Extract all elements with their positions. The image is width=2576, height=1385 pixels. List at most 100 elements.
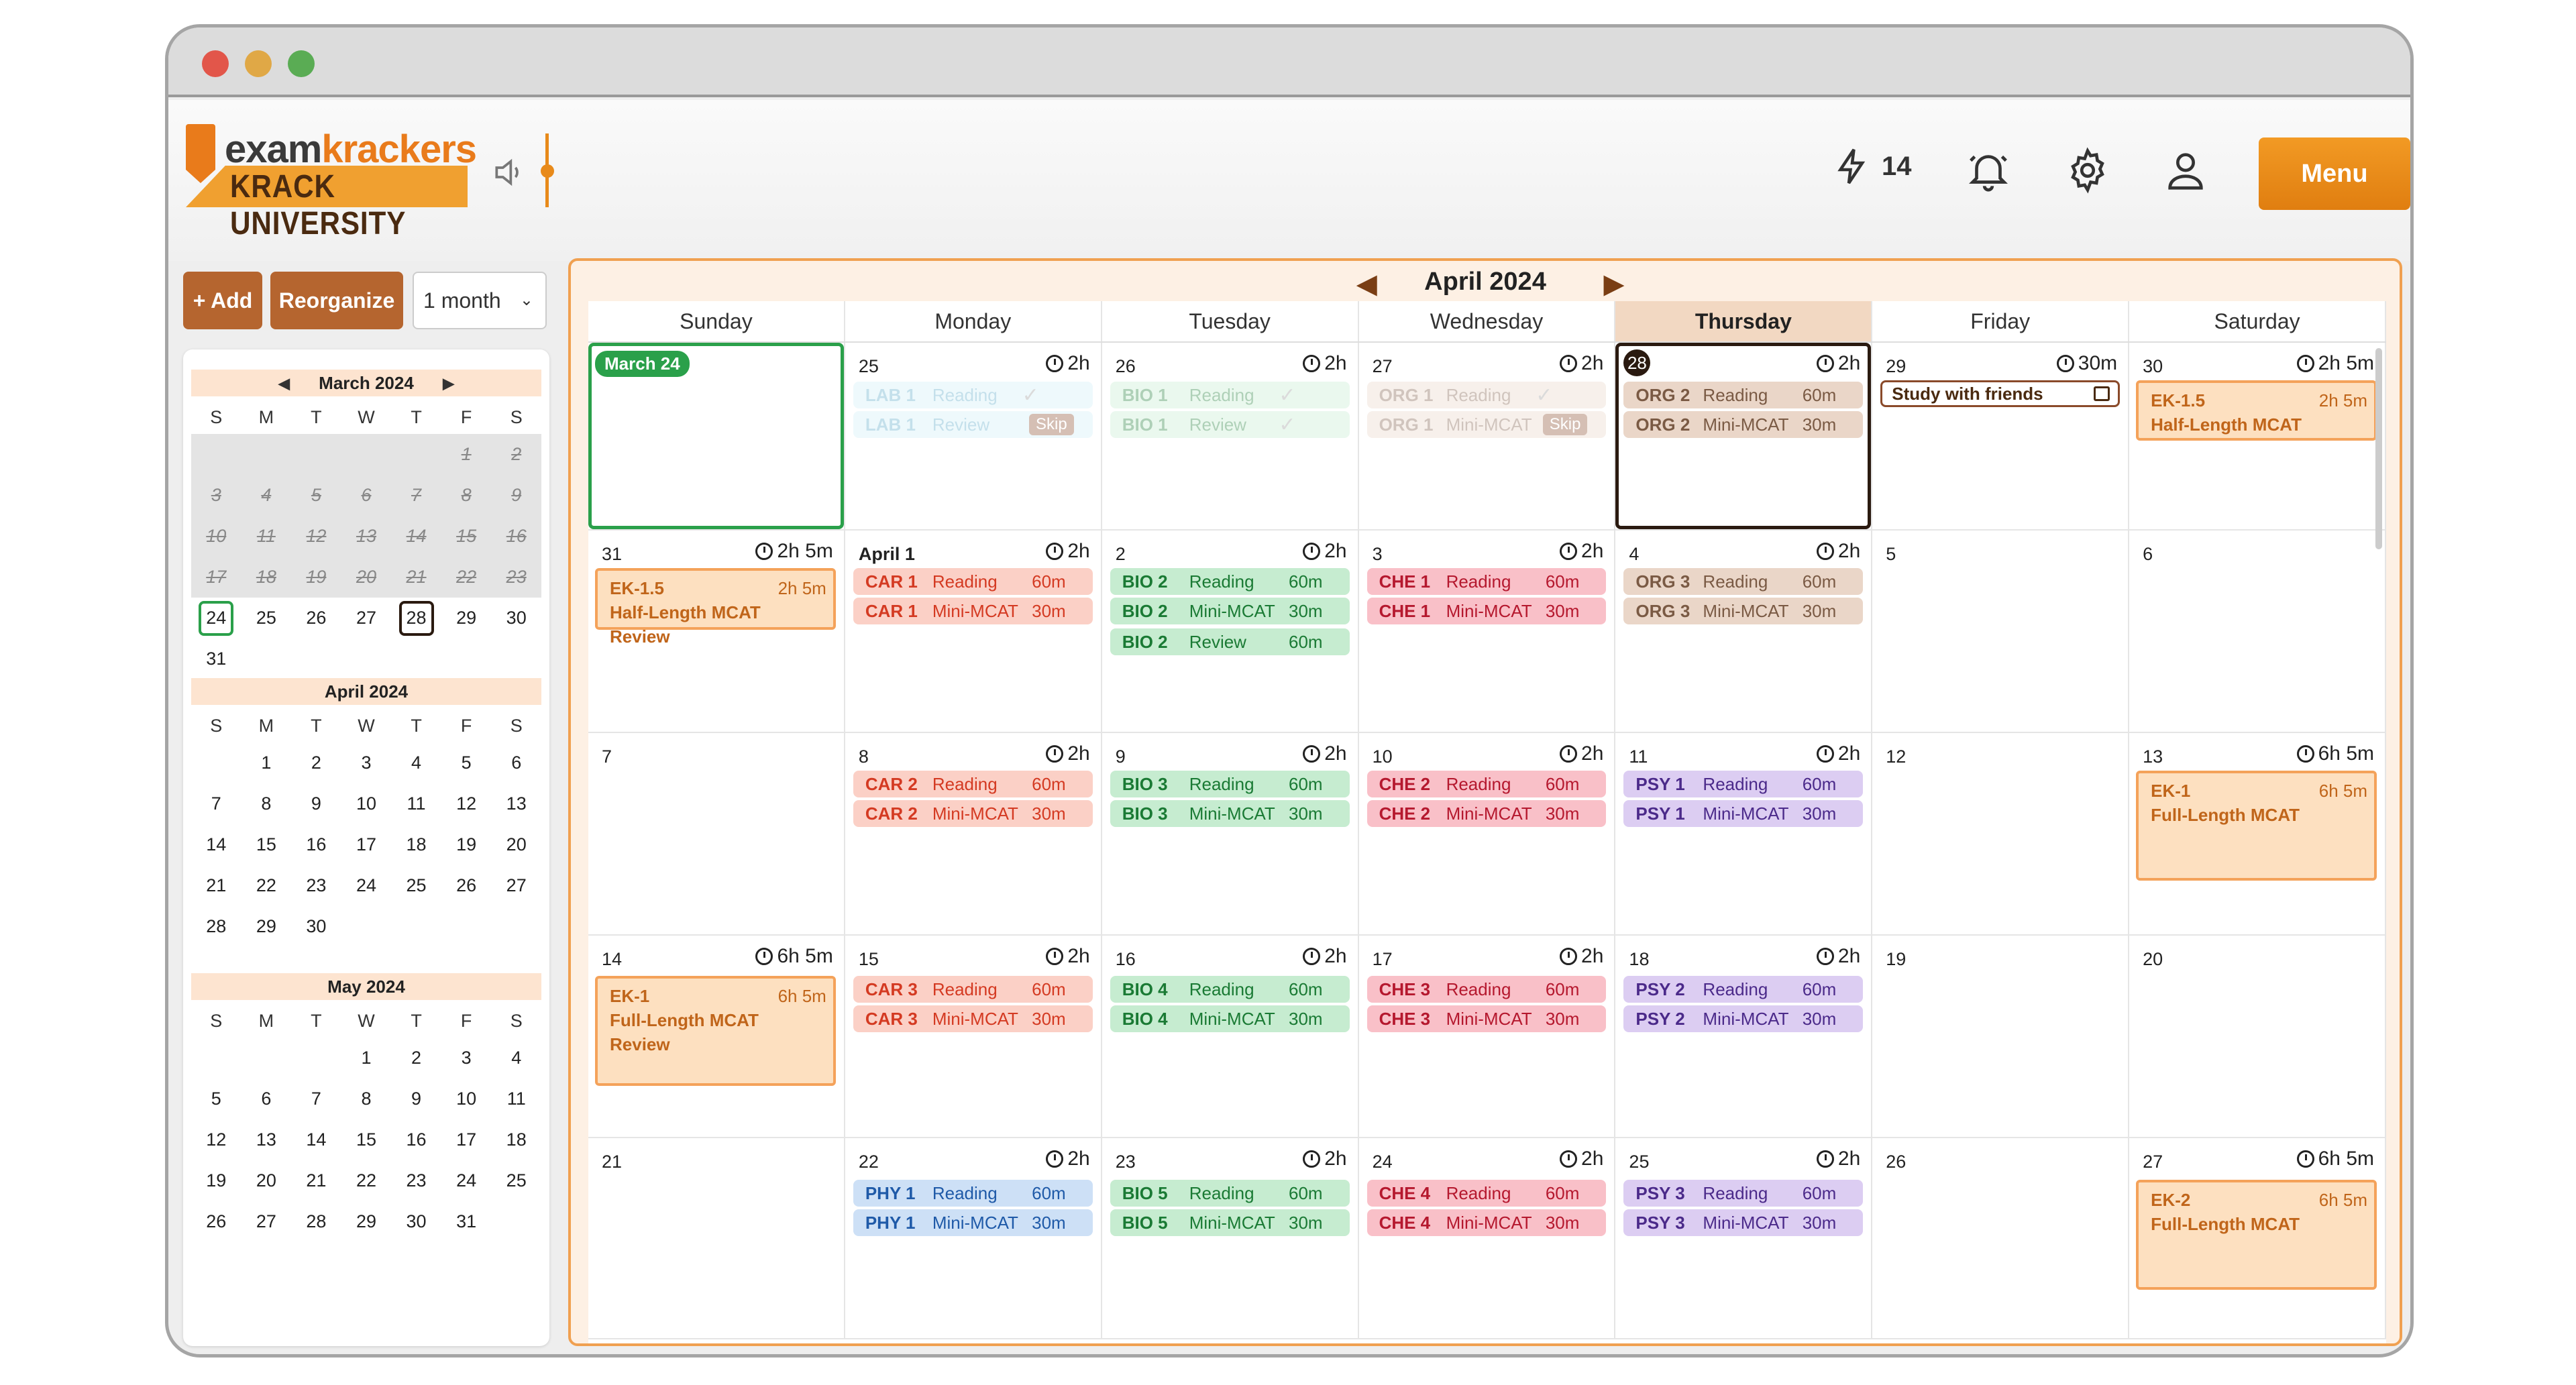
mini-day[interactable]: 30: [391, 1201, 441, 1242]
mini-day[interactable]: 13: [341, 516, 392, 557]
mini-day[interactable]: 5: [291, 475, 341, 516]
mini-day[interactable]: 16: [391, 1119, 441, 1160]
event-item[interactable]: CAR 2 Mini-MCAT 30m: [853, 800, 1093, 827]
mini-day[interactable]: 8: [441, 475, 492, 516]
mini-day[interactable]: 11: [491, 1078, 541, 1119]
day-cell[interactable]: CAR 1 Reading 60m CAR 1 Mini-MCAT 30m April …: [845, 531, 1102, 733]
mini-day[interactable]: 10: [441, 1078, 492, 1119]
mini-day[interactable]: 9: [291, 783, 341, 824]
speaker-icon[interactable]: [490, 154, 528, 199]
mini-day[interactable]: 24: [341, 865, 392, 906]
day-cell[interactable]: ORG 2 Reading 60m ORG 2 Mini-MCAT 30m 28 2h: [1615, 343, 1873, 531]
mini-day[interactable]: 30: [491, 598, 541, 639]
event-item[interactable]: CAR 3 Mini-MCAT 30m: [853, 1005, 1093, 1032]
mini-day[interactable]: 6: [341, 475, 392, 516]
mini-day[interactable]: 28: [291, 1201, 341, 1242]
event-item[interactable]: BIO 3 Mini-MCAT 30m: [1110, 800, 1350, 827]
mini-day[interactable]: 7: [291, 1078, 341, 1119]
day-cell[interactable]: CHE 2 Reading 60m CHE 2 Mini-MCAT 30m 10 2h: [1358, 733, 1616, 936]
mini-day[interactable]: 20: [341, 557, 392, 598]
event-item[interactable]: ORG 2 Reading 60m: [1623, 382, 1864, 408]
mini-day[interactable]: 10: [341, 783, 392, 824]
mini-day[interactable]: 2: [391, 1038, 441, 1078]
mini-day[interactable]: 10: [191, 516, 241, 557]
mini-day[interactable]: 15: [241, 824, 292, 865]
event-item[interactable]: ORG 3 Mini-MCAT 30m: [1623, 598, 1864, 624]
day-cell[interactable]: EK-1.5 2h 5m Half-Length MCAT 30 2h 5m: [2129, 343, 2386, 531]
day-cell[interactable]: EK-1 6h 5m Full-Length MCAT 13 6h 5m: [2129, 733, 2386, 936]
mini-day[interactable]: 25: [241, 598, 292, 639]
mini-day[interactable]: 5: [441, 742, 492, 783]
event-item[interactable]: PSY 1 Reading 60m: [1623, 771, 1864, 797]
mini-day[interactable]: 29: [441, 598, 492, 639]
volume-knob[interactable]: [541, 164, 554, 178]
mini-day[interactable]: 14: [291, 1119, 341, 1160]
mini-day[interactable]: 9: [391, 1078, 441, 1119]
mini-day[interactable]: 26: [191, 1201, 241, 1242]
event-item[interactable]: BIO 3 Reading 60m: [1110, 771, 1350, 797]
day-cell[interactable]: 21: [588, 1138, 845, 1339]
mini-day[interactable]: 1: [241, 742, 292, 783]
day-cell[interactable]: 5: [1872, 531, 2130, 733]
mini-day[interactable]: 4: [491, 1038, 541, 1078]
day-cell[interactable]: PSY 3 Reading 60m PSY 3 Mini-MCAT 30m 25 2h: [1615, 1138, 1873, 1339]
day-cell[interactable]: PSY 2 Reading 60m PSY 2 Mini-MCAT 30m 18 2h: [1615, 936, 1873, 1138]
event-item[interactable]: CHE 3 Mini-MCAT 30m: [1366, 1005, 1607, 1032]
mini-day[interactable]: 18: [491, 1119, 541, 1160]
event-item[interactable]: CAR 1 Reading 60m: [853, 568, 1093, 595]
mini-day[interactable]: 3: [191, 475, 241, 516]
day-cell[interactable]: EK-1 6h 5m Full-Length MCAT Review 14 6h 5m: [588, 936, 845, 1138]
mini-day[interactable]: 7: [391, 475, 441, 516]
mini-day[interactable]: 25: [491, 1160, 541, 1201]
mini-day[interactable]: 16: [291, 824, 341, 865]
day-cell[interactable]: ORG 1 Reading ✓ ORG 1 Mini-MCAT Skip 27 2h: [1358, 343, 1616, 531]
mini-day[interactable]: 18: [241, 557, 292, 598]
mini-day[interactable]: 8: [241, 783, 292, 824]
day-cell[interactable]: CAR 3 Reading 60m CAR 3 Mini-MCAT 30m 15 2h: [845, 936, 1102, 1138]
mini-day[interactable]: 29: [241, 906, 292, 947]
mini-day[interactable]: 1: [341, 1038, 392, 1078]
event-item[interactable]: BIO 1 Review ✓: [1110, 411, 1350, 438]
day-cell[interactable]: Study with friends 29 30m: [1872, 343, 2130, 531]
examkrackers-logo[interactable]: examkrackers KRACK UNIVERSITY: [186, 124, 477, 241]
mini-day[interactable]: 17: [441, 1119, 492, 1160]
event-item[interactable]: CHE 4 Reading 60m: [1366, 1180, 1607, 1207]
event-item[interactable]: BIO 2 Review 60m: [1110, 628, 1350, 655]
mini-day[interactable]: 13: [241, 1119, 292, 1160]
mini-day[interactable]: 16: [491, 516, 541, 557]
mini-day[interactable]: 27: [241, 1201, 292, 1242]
bell-icon[interactable]: [1965, 147, 2012, 194]
day-cell[interactable]: ORG 3 Reading 60m ORG 3 Mini-MCAT 30m 4 2h: [1615, 531, 1873, 733]
mini-day[interactable]: 2: [491, 434, 541, 475]
mini-day[interactable]: 2: [291, 742, 341, 783]
mini-day[interactable]: 27: [341, 598, 392, 639]
mini-day[interactable]: 12: [291, 516, 341, 557]
event-item[interactable]: PSY 3 Reading 60m: [1623, 1180, 1864, 1207]
day-cell[interactable]: LAB 1 Reading ✓ LAB 1 Review Skip 25 2h: [845, 343, 1102, 531]
next-month-icon[interactable]: ▶: [1604, 269, 1623, 299]
day-cell[interactable]: BIO 5 Reading 60m BIO 5 Mini-MCAT 30m 23 2h: [1102, 1138, 1359, 1339]
event-item[interactable]: LAB 1 Reading ✓: [853, 382, 1093, 408]
event-item[interactable]: PHY 1 Reading 60m: [853, 1180, 1093, 1207]
event-item[interactable]: ORG 3 Reading 60m: [1623, 568, 1864, 595]
day-cell[interactable]: 19: [1872, 936, 2130, 1138]
mini-day[interactable]: 15: [341, 1119, 392, 1160]
mini-day[interactable]: 23: [391, 1160, 441, 1201]
event-item[interactable]: BIO 1 Reading ✓: [1110, 382, 1350, 408]
mini-day[interactable]: 21: [391, 557, 441, 598]
mini-day[interactable]: 18: [391, 824, 441, 865]
user-icon[interactable]: [2162, 147, 2209, 194]
mini-day[interactable]: 1: [441, 434, 492, 475]
mini-day[interactable]: 26: [291, 598, 341, 639]
maximize-dot[interactable]: [288, 50, 315, 77]
mini-day[interactable]: 23: [491, 557, 541, 598]
event-item[interactable]: CAR 1 Mini-MCAT 30m: [853, 598, 1093, 624]
mini-day[interactable]: 22: [241, 865, 292, 906]
mini-day[interactable]: 24: [441, 1160, 492, 1201]
mini-day[interactable]: 8: [341, 1078, 392, 1119]
event-item[interactable]: PSY 3 Mini-MCAT 30m: [1623, 1209, 1864, 1236]
minimize-dot[interactable]: [245, 50, 272, 77]
event-item[interactable]: CHE 3 Reading 60m: [1366, 976, 1607, 1003]
event-item[interactable]: CHE 1 Mini-MCAT 30m: [1366, 598, 1607, 624]
mini-day[interactable]: 13: [491, 783, 541, 824]
